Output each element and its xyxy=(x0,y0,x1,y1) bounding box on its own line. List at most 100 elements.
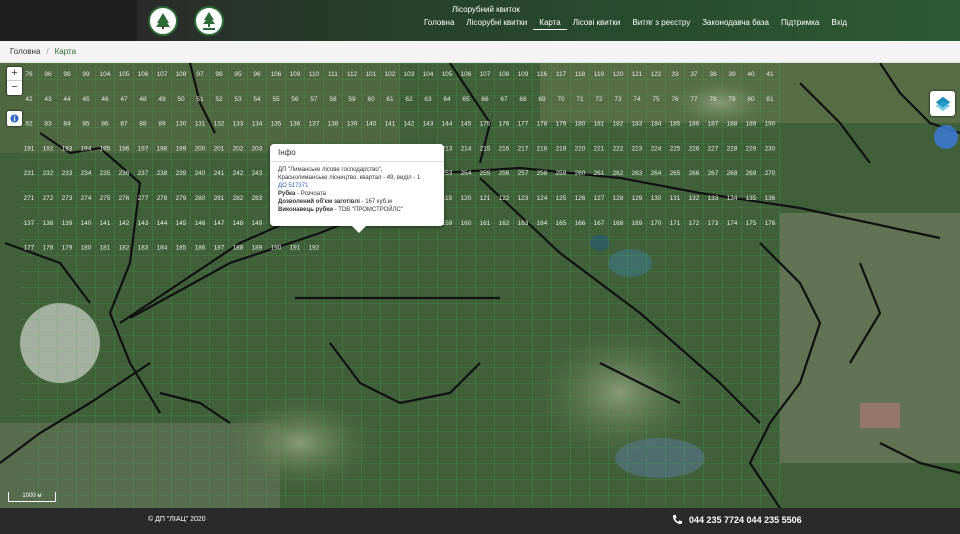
parcel-number[interactable]: 234 xyxy=(81,170,92,177)
parcel-number[interactable]: 180 xyxy=(575,121,586,128)
parcel-number[interactable]: 85 xyxy=(82,121,90,128)
parcel-number[interactable]: 69 xyxy=(538,96,546,103)
parcel-number[interactable]: 82 xyxy=(25,121,33,128)
parcel-number[interactable]: 172 xyxy=(689,220,700,227)
parcel-number[interactable]: 145 xyxy=(176,220,187,227)
parcel-number[interactable]: 146 xyxy=(195,220,206,227)
parcel-number[interactable]: 97 xyxy=(196,71,204,78)
parcel-number[interactable]: 107 xyxy=(480,71,491,78)
parcel-number[interactable]: 182 xyxy=(119,245,130,252)
parcel-number[interactable]: 235 xyxy=(100,170,111,177)
parcel-number[interactable]: 160 xyxy=(461,220,472,227)
parcel-number[interactable]: 183 xyxy=(138,245,149,252)
parcel-number[interactable]: 111 xyxy=(328,71,338,78)
parcel-number[interactable]: 54 xyxy=(253,96,261,103)
parcel-number[interactable]: 190 xyxy=(765,121,776,128)
parcel-number[interactable]: 74 xyxy=(633,96,641,103)
parcel-number[interactable]: 68 xyxy=(519,96,527,103)
parcel-number[interactable]: 107 xyxy=(157,71,168,78)
parcel-number[interactable]: 178 xyxy=(537,121,548,128)
parcel-number[interactable]: 257 xyxy=(518,170,529,177)
parcel-number[interactable]: 255 xyxy=(480,170,491,177)
parcel-number[interactable]: 271 xyxy=(24,195,35,202)
parcel-number[interactable]: 117 xyxy=(556,71,567,78)
parcel-number[interactable]: 181 xyxy=(100,245,111,252)
parcel-number[interactable]: 175 xyxy=(746,220,757,227)
parcel-number[interactable]: 220 xyxy=(575,145,586,152)
parcel-number[interactable]: 45 xyxy=(82,96,90,103)
zoom-out-button[interactable]: − xyxy=(7,81,22,95)
parcel-number[interactable]: 263 xyxy=(632,170,643,177)
parcel-number[interactable]: 193 xyxy=(62,145,73,152)
parcel-number[interactable]: 223 xyxy=(632,145,643,152)
parcel-number[interactable]: 281 xyxy=(214,195,225,202)
popup-ticket-link[interactable]: ДО 517371 xyxy=(278,182,436,190)
parcel-number[interactable]: 104 xyxy=(100,71,111,78)
parcel-number[interactable]: 138 xyxy=(328,121,339,128)
parcel-number[interactable]: 106 xyxy=(461,71,472,78)
parcel-number[interactable]: 192 xyxy=(309,245,320,252)
parcel-number[interactable]: 80 xyxy=(747,96,755,103)
parcel-number[interactable]: 142 xyxy=(119,220,130,227)
parcel-number[interactable]: 273 xyxy=(62,195,73,202)
parcel-number[interactable]: 267 xyxy=(708,170,719,177)
parcel-number[interactable]: 194 xyxy=(81,145,92,152)
parcel-number[interactable]: 116 xyxy=(537,71,548,78)
satellite-map[interactable]: 76 96 98 99 104 105 106 107 108 97 98 95 96 106 109 110… xyxy=(0,63,960,508)
parcel-number[interactable]: 187 xyxy=(214,245,225,252)
layers-icon[interactable] xyxy=(930,91,955,116)
parcel-number[interactable]: 176 xyxy=(765,220,776,227)
parcel-number[interactable]: 65 xyxy=(462,96,470,103)
parcel-number[interactable]: 239 xyxy=(176,170,187,177)
parcel-number[interactable]: 188 xyxy=(233,245,244,252)
parcel-number[interactable]: 200 xyxy=(195,145,206,152)
parcel-number[interactable]: 119 xyxy=(594,71,605,78)
parcel-number[interactable]: 283 xyxy=(252,195,263,202)
parcel-number[interactable]: 77 xyxy=(690,96,698,103)
parcel-number[interactable]: 227 xyxy=(708,145,719,152)
parcel-number[interactable]: 131 xyxy=(195,121,206,128)
parcel-number[interactable]: 63 xyxy=(424,96,432,103)
parcel-number[interactable]: 169 xyxy=(632,220,643,227)
parcel-number[interactable]: 75 xyxy=(652,96,660,103)
parcel-number[interactable]: 133 xyxy=(233,121,244,128)
parcel-number[interactable]: 192 xyxy=(43,145,54,152)
parcel-number[interactable]: 278 xyxy=(157,195,168,202)
forestry-logo-icon[interactable] xyxy=(148,6,178,36)
parcel-number[interactable]: 109 xyxy=(290,71,301,78)
parcel-number[interactable]: 270 xyxy=(765,170,776,177)
parcel-number[interactable]: 217 xyxy=(518,145,529,152)
parcel-number[interactable]: 134 xyxy=(252,121,263,128)
parcel-number[interactable]: 176 xyxy=(499,121,510,128)
parcel-number[interactable]: 120 xyxy=(613,71,624,78)
parcel-number[interactable]: 229 xyxy=(746,145,757,152)
parcel-number[interactable]: 33 xyxy=(671,71,679,78)
parcel-number[interactable]: 186 xyxy=(689,121,700,128)
parcel-number[interactable]: 138 xyxy=(43,220,54,227)
parcel-number[interactable]: 87 xyxy=(120,121,128,128)
parcel-number[interactable]: 141 xyxy=(385,121,396,128)
parcel-number[interactable]: 185 xyxy=(176,245,187,252)
parcel-number[interactable]: 55 xyxy=(272,96,280,103)
parcel-number[interactable]: 140 xyxy=(81,220,92,227)
parcel-number[interactable]: 191 xyxy=(24,145,35,152)
parcel-number[interactable]: 71 xyxy=(576,96,584,103)
parcel-number[interactable]: 189 xyxy=(252,245,263,252)
footer-phone-numbers[interactable]: 044 235 7724 044 235 5506 xyxy=(689,515,802,525)
parcel-number[interactable]: 145 xyxy=(461,121,472,128)
parcel-number[interactable]: 96 xyxy=(253,71,261,78)
parcel-number[interactable]: 121 xyxy=(480,195,491,202)
parcel-number[interactable]: 129 xyxy=(632,195,643,202)
parcel-number[interactable]: 228 xyxy=(727,145,738,152)
parcel-number[interactable]: 53 xyxy=(234,96,242,103)
parcel-number[interactable]: 276 xyxy=(119,195,130,202)
parcel-number[interactable]: 49 xyxy=(158,96,166,103)
parcel-number[interactable]: 163 xyxy=(518,220,529,227)
parcel-number[interactable]: 256 xyxy=(499,170,510,177)
nav-registry-extract[interactable]: Витяг з реєстру xyxy=(626,16,696,30)
parcel-number[interactable]: 226 xyxy=(689,145,700,152)
parcel-number[interactable]: 70 xyxy=(557,96,565,103)
parcel-number[interactable]: 189 xyxy=(746,121,757,128)
parcel-number[interactable]: 89 xyxy=(158,121,166,128)
parcel-number[interactable]: 198 xyxy=(157,145,168,152)
